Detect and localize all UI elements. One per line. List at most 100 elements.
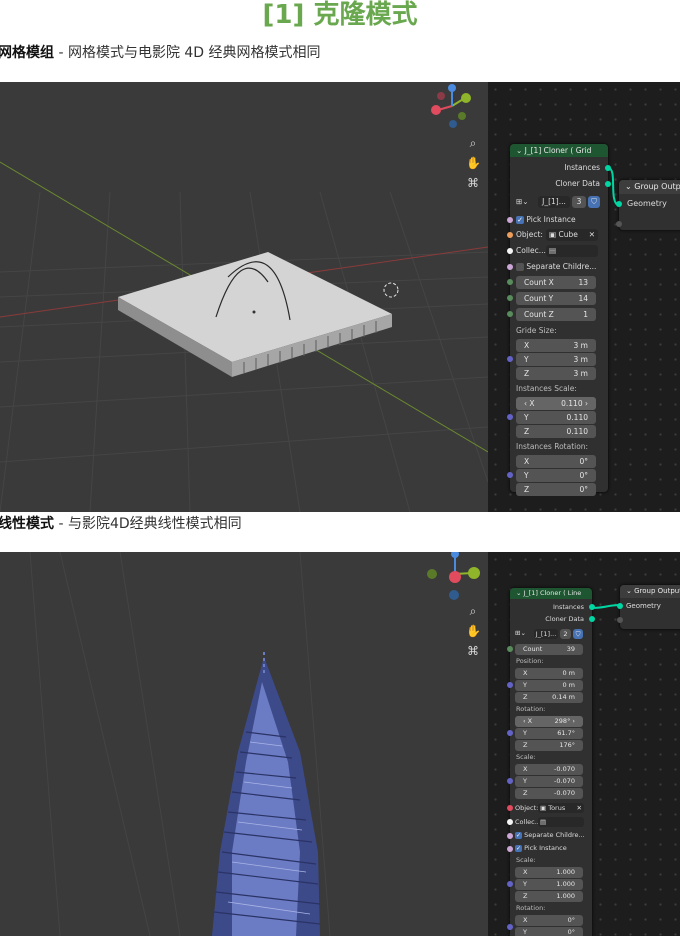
grid-size-y-field[interactable]: Y 3 m: [516, 353, 596, 366]
geometry-socket-icon[interactable]: [616, 201, 622, 207]
datablock-name-field[interactable]: J_[1]...: [534, 629, 558, 639]
group-output-node[interactable]: ⌄ Group Output Geometry: [617, 585, 680, 629]
geometry-socket-icon[interactable]: [605, 181, 611, 187]
separate-children-row[interactable]: ✓ Separate Childre...: [507, 829, 592, 842]
integer-socket-icon[interactable]: [507, 295, 513, 301]
inst-scale-y-field[interactable]: Y 1.000: [515, 879, 583, 890]
navigation-gizmo[interactable]: [428, 84, 474, 130]
search-icon[interactable]: ⌕: [466, 604, 480, 618]
boolean-socket-icon[interactable]: [507, 845, 513, 852]
empty-socket-icon[interactable]: [616, 221, 622, 227]
vector-socket-icon[interactable]: [507, 414, 513, 420]
position-y-axis: Y: [523, 681, 527, 689]
geometry-socket-icon[interactable]: [617, 603, 623, 609]
navigation-gizmo[interactable]: [424, 552, 480, 600]
grid-3d-viewport[interactable]: ⌕ ✋ ⌘: [0, 82, 488, 512]
vector-socket-icon[interactable]: [507, 778, 513, 784]
count-y-field[interactable]: Count Y 14: [516, 292, 596, 305]
vector-socket-icon[interactable]: [507, 682, 513, 688]
checkbox-icon[interactable]: ✓: [515, 844, 522, 852]
grid-size-z-field[interactable]: Z 3 m: [516, 367, 596, 380]
vector-socket-icon[interactable]: [507, 472, 513, 478]
geometry-socket-icon[interactable]: [605, 165, 611, 171]
scale-y-field[interactable]: Y 0.110: [516, 411, 596, 424]
integer-socket-icon[interactable]: [507, 279, 513, 285]
pick-instance-row[interactable]: ✓ Pick Instance: [507, 212, 608, 227]
cube-icon: ▣: [549, 230, 559, 239]
group-output-header: ⌄ Group Output: [620, 585, 680, 598]
boolean-socket-icon[interactable]: [507, 832, 513, 839]
node-tree-icon[interactable]: ⊞⌄: [516, 197, 529, 206]
separate-children-row[interactable]: Separate Childre...: [507, 259, 608, 274]
shield-icon[interactable]: ⛉: [588, 196, 600, 208]
checkbox-icon[interactable]: ✓: [516, 216, 524, 224]
count-field[interactable]: Count 39: [515, 644, 583, 655]
linear-3d-viewport[interactable]: ⌕ ✋ ⌘: [0, 552, 488, 936]
camera-icon[interactable]: ⌘: [466, 176, 480, 190]
group-output-geometry-label: Geometry: [627, 199, 667, 208]
inst-scale-z-field[interactable]: Z 1.000: [515, 891, 583, 902]
geometry-socket-icon[interactable]: [589, 616, 595, 622]
boolean-socket-icon[interactable]: [507, 216, 513, 223]
scale-z-field[interactable]: Z 0.110: [516, 425, 596, 438]
position-z-field[interactable]: Z 0.14 m: [515, 692, 583, 703]
rotation-z-field[interactable]: Z 0°: [516, 483, 596, 496]
inst-rotation-y-field[interactable]: Y 0°: [515, 927, 583, 936]
close-icon[interactable]: ✕: [589, 229, 595, 241]
close-icon[interactable]: ✕: [577, 803, 582, 813]
grid-size-x-field[interactable]: X 3 m: [516, 339, 596, 352]
object-socket-icon[interactable]: [507, 232, 513, 238]
count-z-field[interactable]: Count Z 1: [516, 308, 596, 321]
node-tree-icon[interactable]: ⊞⌄: [515, 629, 526, 637]
scale-x-field[interactable]: X -0.070: [515, 764, 583, 775]
linear-cloner-node[interactable]: ⌄ J_[1] Cloner ( Line Instances Cloner D…: [507, 588, 595, 936]
integer-socket-icon[interactable]: [507, 311, 513, 317]
datablock-name-field[interactable]: J_[1]...: [538, 196, 570, 208]
rotation-x-field[interactable]: ‹ X 298° ›: [515, 716, 583, 727]
geometry-socket-icon[interactable]: [589, 604, 595, 610]
search-icon[interactable]: ⌕: [466, 136, 480, 150]
scale-z-field[interactable]: Z -0.070: [515, 788, 583, 799]
collection-field[interactable]: ▤: [546, 245, 598, 257]
rotation-z-field[interactable]: Z 176°: [515, 740, 583, 751]
scale-z-value: 0.110: [566, 427, 588, 436]
rotation-x-field[interactable]: X 0°: [516, 455, 596, 468]
collection-socket-icon[interactable]: [507, 819, 513, 825]
count-row: Count 39: [507, 642, 592, 656]
position-x-field[interactable]: X 0 m: [515, 668, 583, 679]
object-socket-icon[interactable]: [507, 805, 513, 811]
scale-y-field[interactable]: Y -0.070: [515, 776, 583, 787]
pick-instance-row[interactable]: ✓ Pick Instance: [507, 842, 592, 855]
integer-socket-icon[interactable]: [507, 646, 513, 652]
linear-node-editor[interactable]: ⌄ Group Output Geometry ⌄ J_[1] Cloner (…: [488, 552, 680, 936]
inst-rotation-x-field[interactable]: X 0°: [515, 915, 583, 926]
collection-socket-icon[interactable]: [507, 248, 513, 254]
rotation-y-field[interactable]: Y 0°: [516, 469, 596, 482]
scale-x-field[interactable]: ‹ X 0.110 ›: [516, 397, 596, 410]
checkbox-icon[interactable]: ✓: [515, 831, 522, 839]
empty-socket-icon[interactable]: [617, 617, 623, 623]
vector-socket-icon[interactable]: [507, 924, 513, 930]
grid-node-editor[interactable]: ⌄ Group Output Geometry ⌄ J_[1] Cloner (…: [488, 82, 680, 512]
scale-vector: X -0.070 Y -0.070 Z -0.070: [507, 763, 592, 799]
hand-icon[interactable]: ✋: [466, 624, 481, 638]
object-field[interactable]: ▣ Torus ✕: [538, 803, 584, 813]
inst-scale-x-field[interactable]: X 1.000: [515, 867, 583, 878]
camera-icon[interactable]: ⌘: [466, 644, 480, 658]
vector-socket-icon[interactable]: [507, 730, 513, 736]
object-field[interactable]: ▣ Cube ✕: [546, 229, 598, 241]
group-output-node[interactable]: ⌄ Group Output Geometry: [616, 180, 680, 230]
vector-socket-icon[interactable]: [507, 881, 513, 887]
boolean-socket-icon[interactable]: [507, 263, 513, 270]
position-y-field[interactable]: Y 0 m: [515, 680, 583, 691]
count-x-field[interactable]: Count X 13: [516, 276, 596, 289]
shield-icon[interactable]: ⛉: [573, 629, 583, 639]
datablock-users-count[interactable]: 3: [572, 196, 586, 208]
vector-socket-icon[interactable]: [507, 356, 513, 362]
rotation-y-field[interactable]: Y 61.7°: [515, 728, 583, 739]
collection-field[interactable]: ▤: [538, 817, 584, 827]
datablock-users-count[interactable]: 2: [560, 629, 571, 639]
grid-cloner-node[interactable]: ⌄ J_[1] Cloner ( Grid Instances Cloner D…: [507, 144, 611, 496]
checkbox-icon[interactable]: [516, 263, 524, 271]
hand-icon[interactable]: ✋: [466, 156, 481, 170]
